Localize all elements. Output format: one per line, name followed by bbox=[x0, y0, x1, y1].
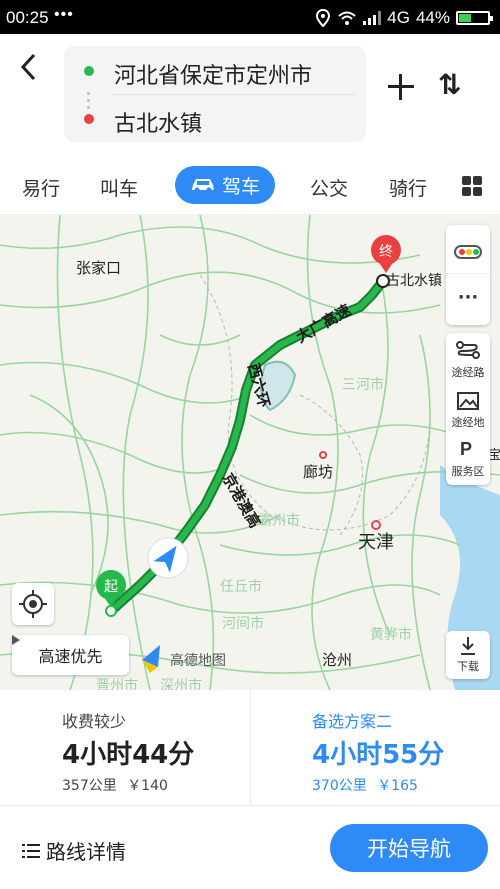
label-sanhe: 三河市 bbox=[342, 376, 384, 392]
start-badge: 起 bbox=[104, 579, 118, 595]
tab-taxi[interactable]: 叫车 bbox=[100, 174, 138, 201]
langfang-marker bbox=[319, 451, 327, 459]
label-cangzhou: 沧州 bbox=[322, 652, 352, 669]
route-details-button[interactable]: 路线详情 bbox=[22, 836, 126, 865]
route-preference-label: 高速优先 bbox=[38, 647, 103, 666]
origin-field[interactable]: 河北省保定市定州市 bbox=[114, 58, 312, 90]
parking-service-icon: P bbox=[460, 439, 473, 459]
divider bbox=[0, 805, 500, 806]
wifi-icon bbox=[338, 11, 356, 25]
image-pin-icon bbox=[457, 392, 479, 410]
plan-card-alternative[interactable]: 备选方案二 4小时55分 370公里 ￥165 bbox=[312, 690, 492, 805]
plan-card-primary[interactable]: 收费较少 4小时44分 357公里 ￥140 bbox=[62, 690, 242, 805]
destination-field[interactable]: 古北水镇 bbox=[114, 106, 202, 138]
car-icon bbox=[191, 179, 214, 193]
divider bbox=[250, 690, 251, 805]
label-tianjin: 天津 bbox=[358, 532, 394, 552]
plan-label: 备选方案二 bbox=[312, 712, 393, 731]
brand-text: 高德地图 bbox=[170, 652, 226, 669]
download-label: 下载 bbox=[457, 660, 479, 673]
route-preference-button[interactable]: 高速优先 bbox=[12, 635, 129, 675]
map-tools-panel: ··· bbox=[446, 225, 490, 325]
route-header: 河北省保定市定州市 古北水镇 ⇅ bbox=[0, 34, 500, 158]
plan-distance: 370公里 bbox=[312, 778, 367, 794]
start-navigation-button[interactable]: 开始导航 bbox=[330, 824, 488, 872]
waypoint-place-label: 途经地 bbox=[451, 416, 485, 429]
list-icon bbox=[22, 843, 40, 858]
tab-drive-label: 驾车 bbox=[221, 175, 260, 198]
route-inputs: 河北省保定市定州市 古北水镇 bbox=[64, 46, 366, 142]
label-bazhou: 霸州市 bbox=[258, 512, 300, 528]
plan-info: 370公里 ￥165 bbox=[312, 775, 418, 795]
tab-transit[interactable]: 公交 bbox=[310, 174, 348, 201]
label-zhangjiakou: 张家口 bbox=[76, 260, 121, 277]
status-bar: 00:25 ••• 4G 44% bbox=[0, 0, 500, 34]
plan-label: 收费较少 bbox=[62, 712, 127, 731]
plan-toll: ￥140 bbox=[127, 778, 168, 794]
end-badge: 终 bbox=[379, 244, 393, 260]
network-type: 4G bbox=[387, 8, 410, 27]
download-icon bbox=[461, 637, 475, 655]
swap-icon[interactable]: ⇅ bbox=[438, 68, 461, 101]
service-area-button[interactable]: P 服务区 bbox=[446, 435, 490, 485]
destination-dot bbox=[84, 114, 94, 124]
locate-icon bbox=[19, 590, 47, 618]
label-gubei: 古北水镇 bbox=[386, 272, 442, 288]
chevron-left-icon[interactable] bbox=[18, 52, 38, 91]
map-view[interactable]: 张家口 古北水镇 三河市 廊坊 霸州市 天津 任丘市 河间市 黄骅市 沧州 晋州… bbox=[0, 215, 500, 690]
plus-icon[interactable] bbox=[388, 74, 414, 100]
waypoint-route-label: 途经路 bbox=[451, 366, 485, 379]
tab-bike[interactable]: 骑行 bbox=[389, 174, 427, 201]
tab-drive[interactable]: 驾车 bbox=[175, 166, 275, 204]
plan-toll: ￥165 bbox=[377, 778, 418, 794]
plan-info: 357公里 ￥140 bbox=[62, 775, 168, 795]
waypoint-route-button[interactable]: 途经路 bbox=[446, 333, 490, 383]
transport-mode-tabs: 易行 叫车 驾车 公交 骑行 bbox=[0, 158, 500, 215]
status-icons: 4G 44% bbox=[315, 8, 493, 28]
label-shenzhou: 深州市 bbox=[160, 677, 202, 690]
plan-duration: 4小时44分 bbox=[62, 740, 195, 770]
route-icon bbox=[456, 341, 480, 359]
label-langfang: 廊坊 bbox=[303, 464, 333, 481]
label-huanghua: 黄骅市 bbox=[370, 626, 412, 642]
signal-icon bbox=[363, 11, 382, 25]
plan-duration: 4小时55分 bbox=[312, 740, 445, 770]
route-details-label: 路线详情 bbox=[46, 840, 126, 864]
route-plans-panel: 收费较少 4小时44分 357公里 ￥140 备选方案二 4小时55分 370公… bbox=[0, 690, 500, 889]
notification-dots: ••• bbox=[54, 6, 74, 23]
download-button[interactable]: 下载 bbox=[446, 631, 490, 679]
location-icon bbox=[316, 9, 331, 27]
connector-dots bbox=[87, 92, 90, 110]
service-area-label: 服务区 bbox=[451, 465, 485, 478]
triangle-right-icon bbox=[12, 635, 20, 645]
map-canvas: 张家口 古北水镇 三河市 廊坊 霸州市 天津 任丘市 河间市 黄骅市 沧州 晋州… bbox=[0, 215, 500, 690]
plan-distance: 357公里 bbox=[62, 778, 117, 794]
origin-dot bbox=[84, 66, 94, 76]
tab-easy[interactable]: 易行 bbox=[22, 174, 60, 201]
navigation-arrow-icon bbox=[147, 537, 189, 579]
label-hejian: 河间市 bbox=[222, 615, 264, 631]
locate-button[interactable] bbox=[12, 583, 54, 625]
divider bbox=[112, 94, 356, 95]
tianjin-marker bbox=[371, 520, 381, 530]
battery-icon bbox=[456, 11, 493, 25]
waypoint-panel: 途经路 途经地 P 服务区 bbox=[446, 333, 490, 485]
grid-icon[interactable] bbox=[462, 176, 482, 196]
label-renqiu: 任丘市 bbox=[220, 578, 262, 594]
traffic-icon[interactable] bbox=[454, 245, 482, 259]
battery-percent: 44% bbox=[415, 8, 450, 27]
more-icon[interactable]: ··· bbox=[446, 287, 490, 308]
waypoint-place-button[interactable]: 途经地 bbox=[446, 385, 490, 435]
clock: 00:25 bbox=[6, 8, 49, 27]
label-jinzhou: 晋州市 bbox=[96, 677, 138, 690]
battery-fill bbox=[459, 14, 471, 22]
